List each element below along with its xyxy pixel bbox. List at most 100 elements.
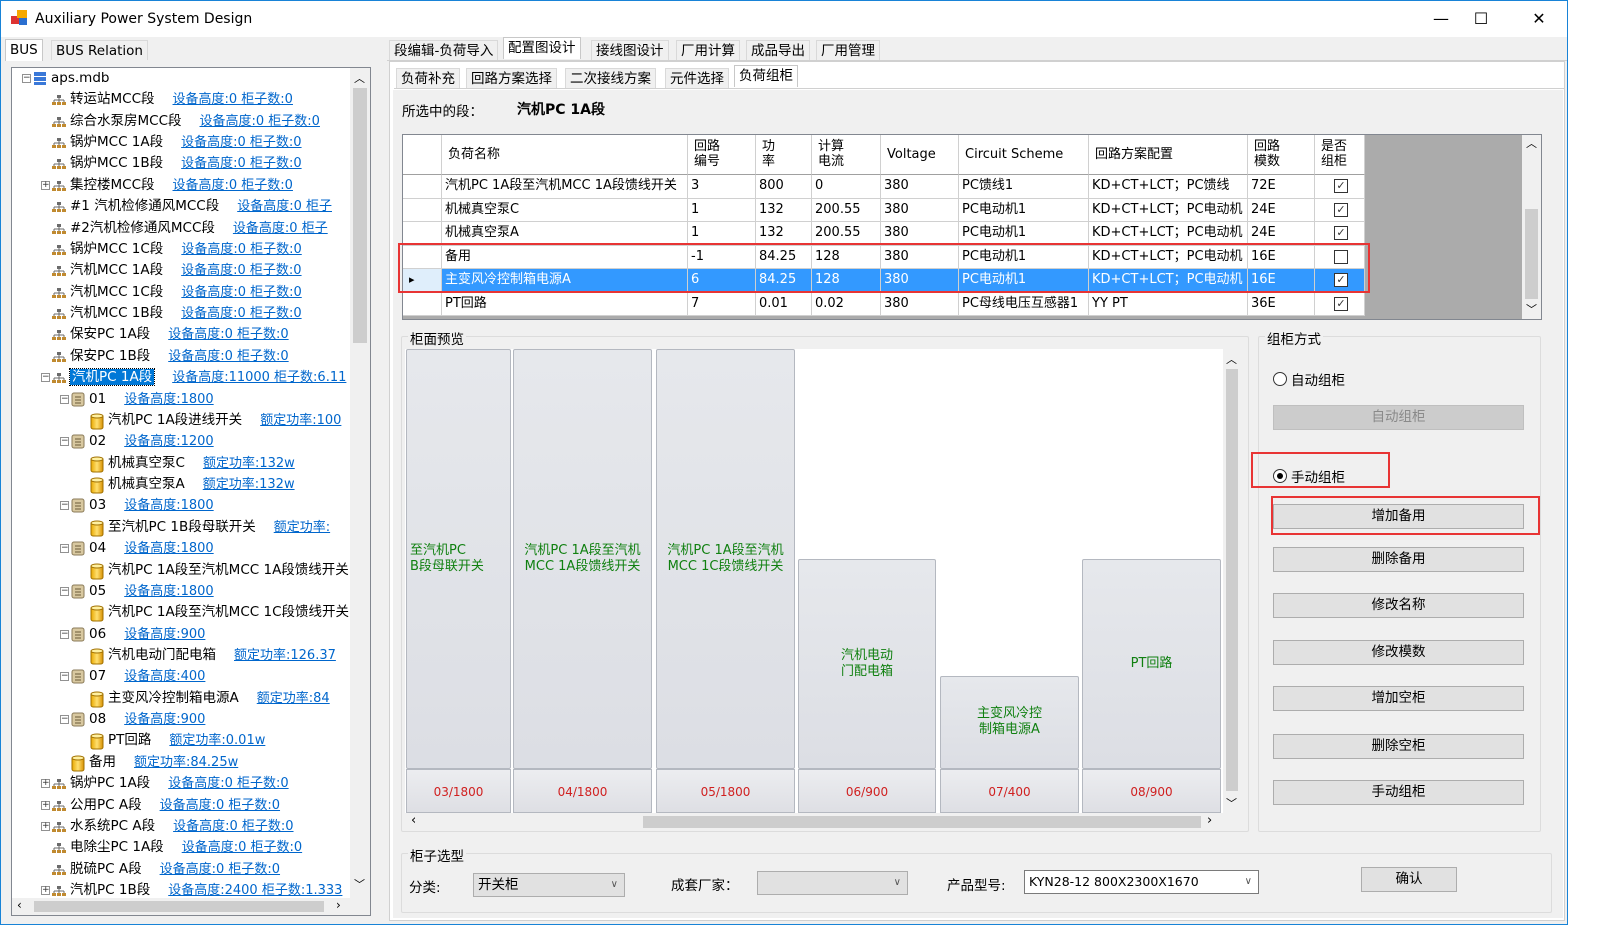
- tab-bus-relation[interactable]: BUS Relation: [51, 40, 148, 60]
- column-header[interactable]: Circuit Scheme: [959, 135, 1089, 175]
- table-cell[interactable]: 200.55: [812, 198, 881, 222]
- table-cell[interactable]: 机械真空泵A: [442, 222, 688, 246]
- table-cell[interactable]: 200.55: [812, 222, 881, 246]
- tree-node-content[interactable]: 锅炉MCC 1A段 设备高度:0 柜子数:0: [70, 132, 302, 153]
- table-cell[interactable]: 380: [881, 292, 959, 316]
- table-cell[interactable]: KD+CT+LCT；PC电动机: [1089, 222, 1248, 246]
- category-select[interactable]: 开关柜 ∨: [473, 873, 625, 897]
- tree-node-label[interactable]: 06: [89, 626, 106, 642]
- scroll-thumb[interactable]: [353, 88, 367, 343]
- expand-toggle-icon[interactable]: +: [41, 779, 50, 789]
- tree-node-content[interactable]: 01 设备高度:1800: [89, 389, 214, 410]
- column-header[interactable]: 负荷名称: [442, 135, 688, 175]
- rename-button[interactable]: 修改名称: [1273, 593, 1524, 618]
- manual-cabinet-button[interactable]: 手动组柜: [1273, 780, 1524, 805]
- tree-node-content[interactable]: 汽机MCC 1B段 设备高度:0 柜子数:0: [70, 303, 302, 324]
- scroll-right-icon[interactable]: ›: [336, 898, 341, 912]
- table-cell[interactable]: PC电动机1: [959, 222, 1089, 246]
- modify-module-button[interactable]: 修改模数: [1273, 640, 1524, 665]
- tree-node-link[interactable]: 设备高度:0 柜子数:0: [160, 798, 280, 813]
- tree-node-content[interactable]: 综合水泵房MCC段 设备高度:0 柜子数:0: [70, 111, 320, 132]
- tree-node-content[interactable]: 汽机PC 1A段进线开关 额定功率:100: [108, 410, 341, 431]
- table-cell[interactable]: 机械真空泵C: [442, 198, 688, 222]
- tree-node-link[interactable]: 额定功率:84.25w: [134, 755, 238, 770]
- tree-node[interactable]: 至汽机PC 1B段母联开关 额定功率:: [12, 517, 350, 538]
- tree-node-label[interactable]: 汽机MCC 1B段: [70, 305, 163, 321]
- expand-toggle-icon[interactable]: −: [60, 629, 69, 639]
- expand-toggle-icon[interactable]: +: [41, 821, 50, 831]
- tree-node-label[interactable]: 汽机PC 1A段: [68, 368, 156, 387]
- table-cell[interactable]: PT回路: [442, 292, 688, 316]
- column-header[interactable]: 计算 电流: [812, 135, 881, 175]
- confirm-button[interactable]: 确认: [1361, 867, 1457, 892]
- table-cell[interactable]: 24E: [1248, 198, 1315, 222]
- table-cell[interactable]: 800: [756, 175, 812, 199]
- tree-node-link[interactable]: 额定功率:132w: [203, 456, 295, 471]
- tree-node-content[interactable]: 汽机PC 1B段 设备高度:2400 柜子数:1.333: [70, 880, 342, 898]
- tab-component-select[interactable]: 元件选择: [665, 68, 729, 88]
- tree-node-content[interactable]: 脱硫PC A段 设备高度:0 柜子数:0: [70, 859, 280, 880]
- row-header[interactable]: [403, 198, 442, 222]
- cabinet-footer[interactable]: 06/900: [798, 769, 936, 813]
- scroll-thumb[interactable]: [643, 816, 1201, 828]
- tab-wiring-design[interactable]: 接线图设计: [591, 40, 669, 60]
- tab-segment-edit[interactable]: 段编辑-负荷导入: [389, 40, 499, 60]
- tree-vertical-scrollbar[interactable]: ︿ ﹀: [350, 68, 370, 898]
- tree-node-content[interactable]: 保安PC 1A段 设备高度:0 柜子数:0: [70, 324, 289, 345]
- tree-node-content[interactable]: 07 设备高度:400: [89, 666, 205, 687]
- tree-node-content[interactable]: #2汽机检修通风MCC段 设备高度:0 柜子: [70, 218, 328, 239]
- tree-node-label[interactable]: 保安PC 1B段: [70, 348, 150, 364]
- tree-node-label[interactable]: 08: [89, 711, 106, 727]
- tab-config-design[interactable]: 配置图设计: [503, 37, 581, 59]
- tree-node-link[interactable]: 设备高度:400: [124, 669, 205, 684]
- tree-node-label[interactable]: 锅炉MCC 1A段: [70, 134, 163, 150]
- row-header[interactable]: [403, 292, 442, 316]
- tree-node[interactable]: 汽机PC 1A段进线开关 额定功率:100: [12, 410, 350, 431]
- tree-node[interactable]: 综合水泵房MCC段 设备高度:0 柜子数:0: [12, 111, 350, 132]
- tree-node[interactable]: − aps.mdb: [12, 68, 350, 89]
- tree-node-label[interactable]: 机械真空泵A: [108, 476, 185, 492]
- tree-node[interactable]: 汽机MCC 1B段 设备高度:0 柜子数:0: [12, 303, 350, 324]
- scroll-down-icon[interactable]: ﹀: [1226, 795, 1237, 811]
- table-cell[interactable]: PC母线电压互感器1: [959, 292, 1089, 316]
- tree-node[interactable]: 脱硫PC A段 设备高度:0 柜子数:0: [12, 859, 350, 880]
- tree-node-label[interactable]: 汽机PC 1A段进线开关: [108, 412, 242, 428]
- tab-secondary-wiring[interactable]: 二次接线方案: [565, 68, 656, 88]
- tree-node-label[interactable]: 至汽机PC 1B段母联开关: [108, 519, 256, 535]
- tree-node-label[interactable]: 07: [89, 668, 106, 684]
- tree-node-content[interactable]: 05 设备高度:1800: [89, 581, 214, 602]
- tree-node-link[interactable]: 额定功率:0.01w: [169, 733, 265, 748]
- cabinet-body[interactable]: 至汽机PC B段母联开关: [406, 349, 511, 769]
- table-cell[interactable]: 380: [881, 222, 959, 246]
- tree-node-label[interactable]: 汽机PC 1A段至汽机MCC 1C段馈线开关: [108, 604, 349, 620]
- scroll-thumb[interactable]: [1525, 209, 1538, 299]
- tree-node-content[interactable]: 06 设备高度:900: [89, 624, 205, 645]
- tree-node-label[interactable]: 03: [89, 497, 106, 513]
- tree-node[interactable]: 汽机MCC 1A段 设备高度:0 柜子数:0: [12, 260, 350, 281]
- grouped-checkbox-cell[interactable]: ✓: [1315, 175, 1365, 199]
- tree-node-content[interactable]: 02 设备高度:1200: [89, 431, 214, 452]
- expand-toggle-icon[interactable]: −: [60, 672, 69, 682]
- tree-node-link[interactable]: 额定功率:100: [260, 413, 341, 428]
- tree-node-content[interactable]: 公用PC A段 设备高度:0 柜子数:0: [70, 795, 280, 816]
- model-select[interactable]: KYN28-12 800X2300X1670 ∨: [1024, 870, 1259, 894]
- tree-node[interactable]: 锅炉MCC 1A段 设备高度:0 柜子数:0: [12, 132, 350, 153]
- column-header[interactable]: 回路 模数: [1248, 135, 1315, 175]
- tree-node[interactable]: 保安PC 1A段 设备高度:0 柜子数:0: [12, 324, 350, 345]
- scroll-left-icon[interactable]: ‹: [411, 813, 416, 828]
- tree-node-content[interactable]: 主变风冷控制箱电源A 额定功率:84: [108, 688, 330, 709]
- expand-toggle-icon[interactable]: +: [41, 886, 50, 896]
- tree-node-content[interactable]: 锅炉MCC 1C段 设备高度:0 柜子数:0: [70, 239, 302, 260]
- tree-node-label[interactable]: 脱硫PC A段: [70, 861, 142, 877]
- tree-node-link[interactable]: 设备高度:0 柜子数:0: [181, 306, 301, 321]
- tree-node[interactable]: − 02 设备高度:1200: [12, 431, 350, 452]
- auto-cabinet-button[interactable]: 自动组柜: [1273, 405, 1524, 430]
- tree-node-link[interactable]: 设备高度:0 柜子数:0: [173, 819, 293, 834]
- tree-node-label[interactable]: 锅炉MCC 1C段: [70, 241, 163, 257]
- auto-radio-label[interactable]: 自动组柜: [1291, 369, 1345, 389]
- delete-empty-cabinet-button[interactable]: 删除空柜: [1273, 734, 1524, 759]
- tree-node-label[interactable]: 锅炉PC 1A段: [70, 775, 150, 791]
- tree-node-content[interactable]: 至汽机PC 1B段母联开关 额定功率:: [108, 517, 330, 538]
- tree-node-link[interactable]: 设备高度:900: [124, 712, 205, 727]
- tree-node-content[interactable]: 04 设备高度:1800: [89, 538, 214, 559]
